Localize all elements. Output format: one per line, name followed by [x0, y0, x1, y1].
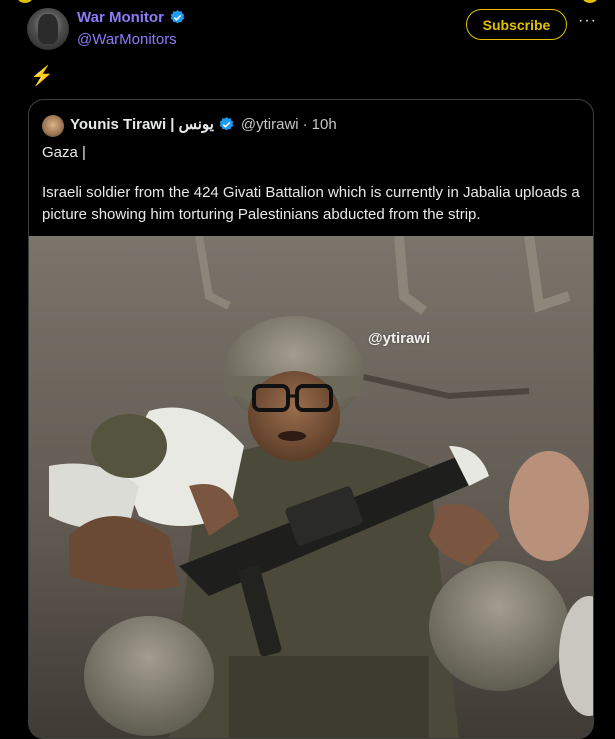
author-avatar[interactable] [27, 8, 69, 50]
quoted-text: Gaza | Israeli soldier from the 424 Giva… [42, 142, 582, 226]
quoted-author-handle: @ytirawi [240, 115, 299, 133]
top-decoration [583, 0, 597, 3]
quoted-post[interactable]: Younis Tirawi | يونس @ytirawi · 10h Gaza… [28, 99, 594, 739]
quoted-text-body: Israeli soldier from the 424 Givati Batt… [42, 184, 580, 223]
quoted-author-name: Younis Tirawi | يونس [70, 116, 214, 133]
quoted-text-location: Gaza | [42, 144, 86, 161]
author-display-name[interactable]: War Monitor [77, 9, 164, 26]
quoted-separator: · [302, 115, 308, 133]
top-divider [0, 0, 615, 3]
post-text: ⚡ [30, 66, 54, 87]
image-watermark: @ytirawi [368, 330, 431, 347]
quoted-timestamp: 10h [311, 115, 337, 133]
top-decoration [18, 0, 32, 3]
quoted-header: Younis Tirawi | يونس @ytirawi · 10h [70, 115, 337, 134]
author-handle[interactable]: @WarMonitors [77, 31, 177, 48]
subscribe-button[interactable]: Subscribe [466, 9, 567, 40]
more-options-icon[interactable]: ··· [578, 13, 596, 32]
verified-badge-icon [170, 10, 185, 24]
author-name-row: War Monitor [77, 9, 186, 26]
verified-badge-icon [219, 116, 234, 130]
quoted-author-avatar [42, 115, 64, 137]
photo-illustration [29, 236, 593, 738]
quoted-photo[interactable]: @ytirawi [29, 236, 593, 738]
